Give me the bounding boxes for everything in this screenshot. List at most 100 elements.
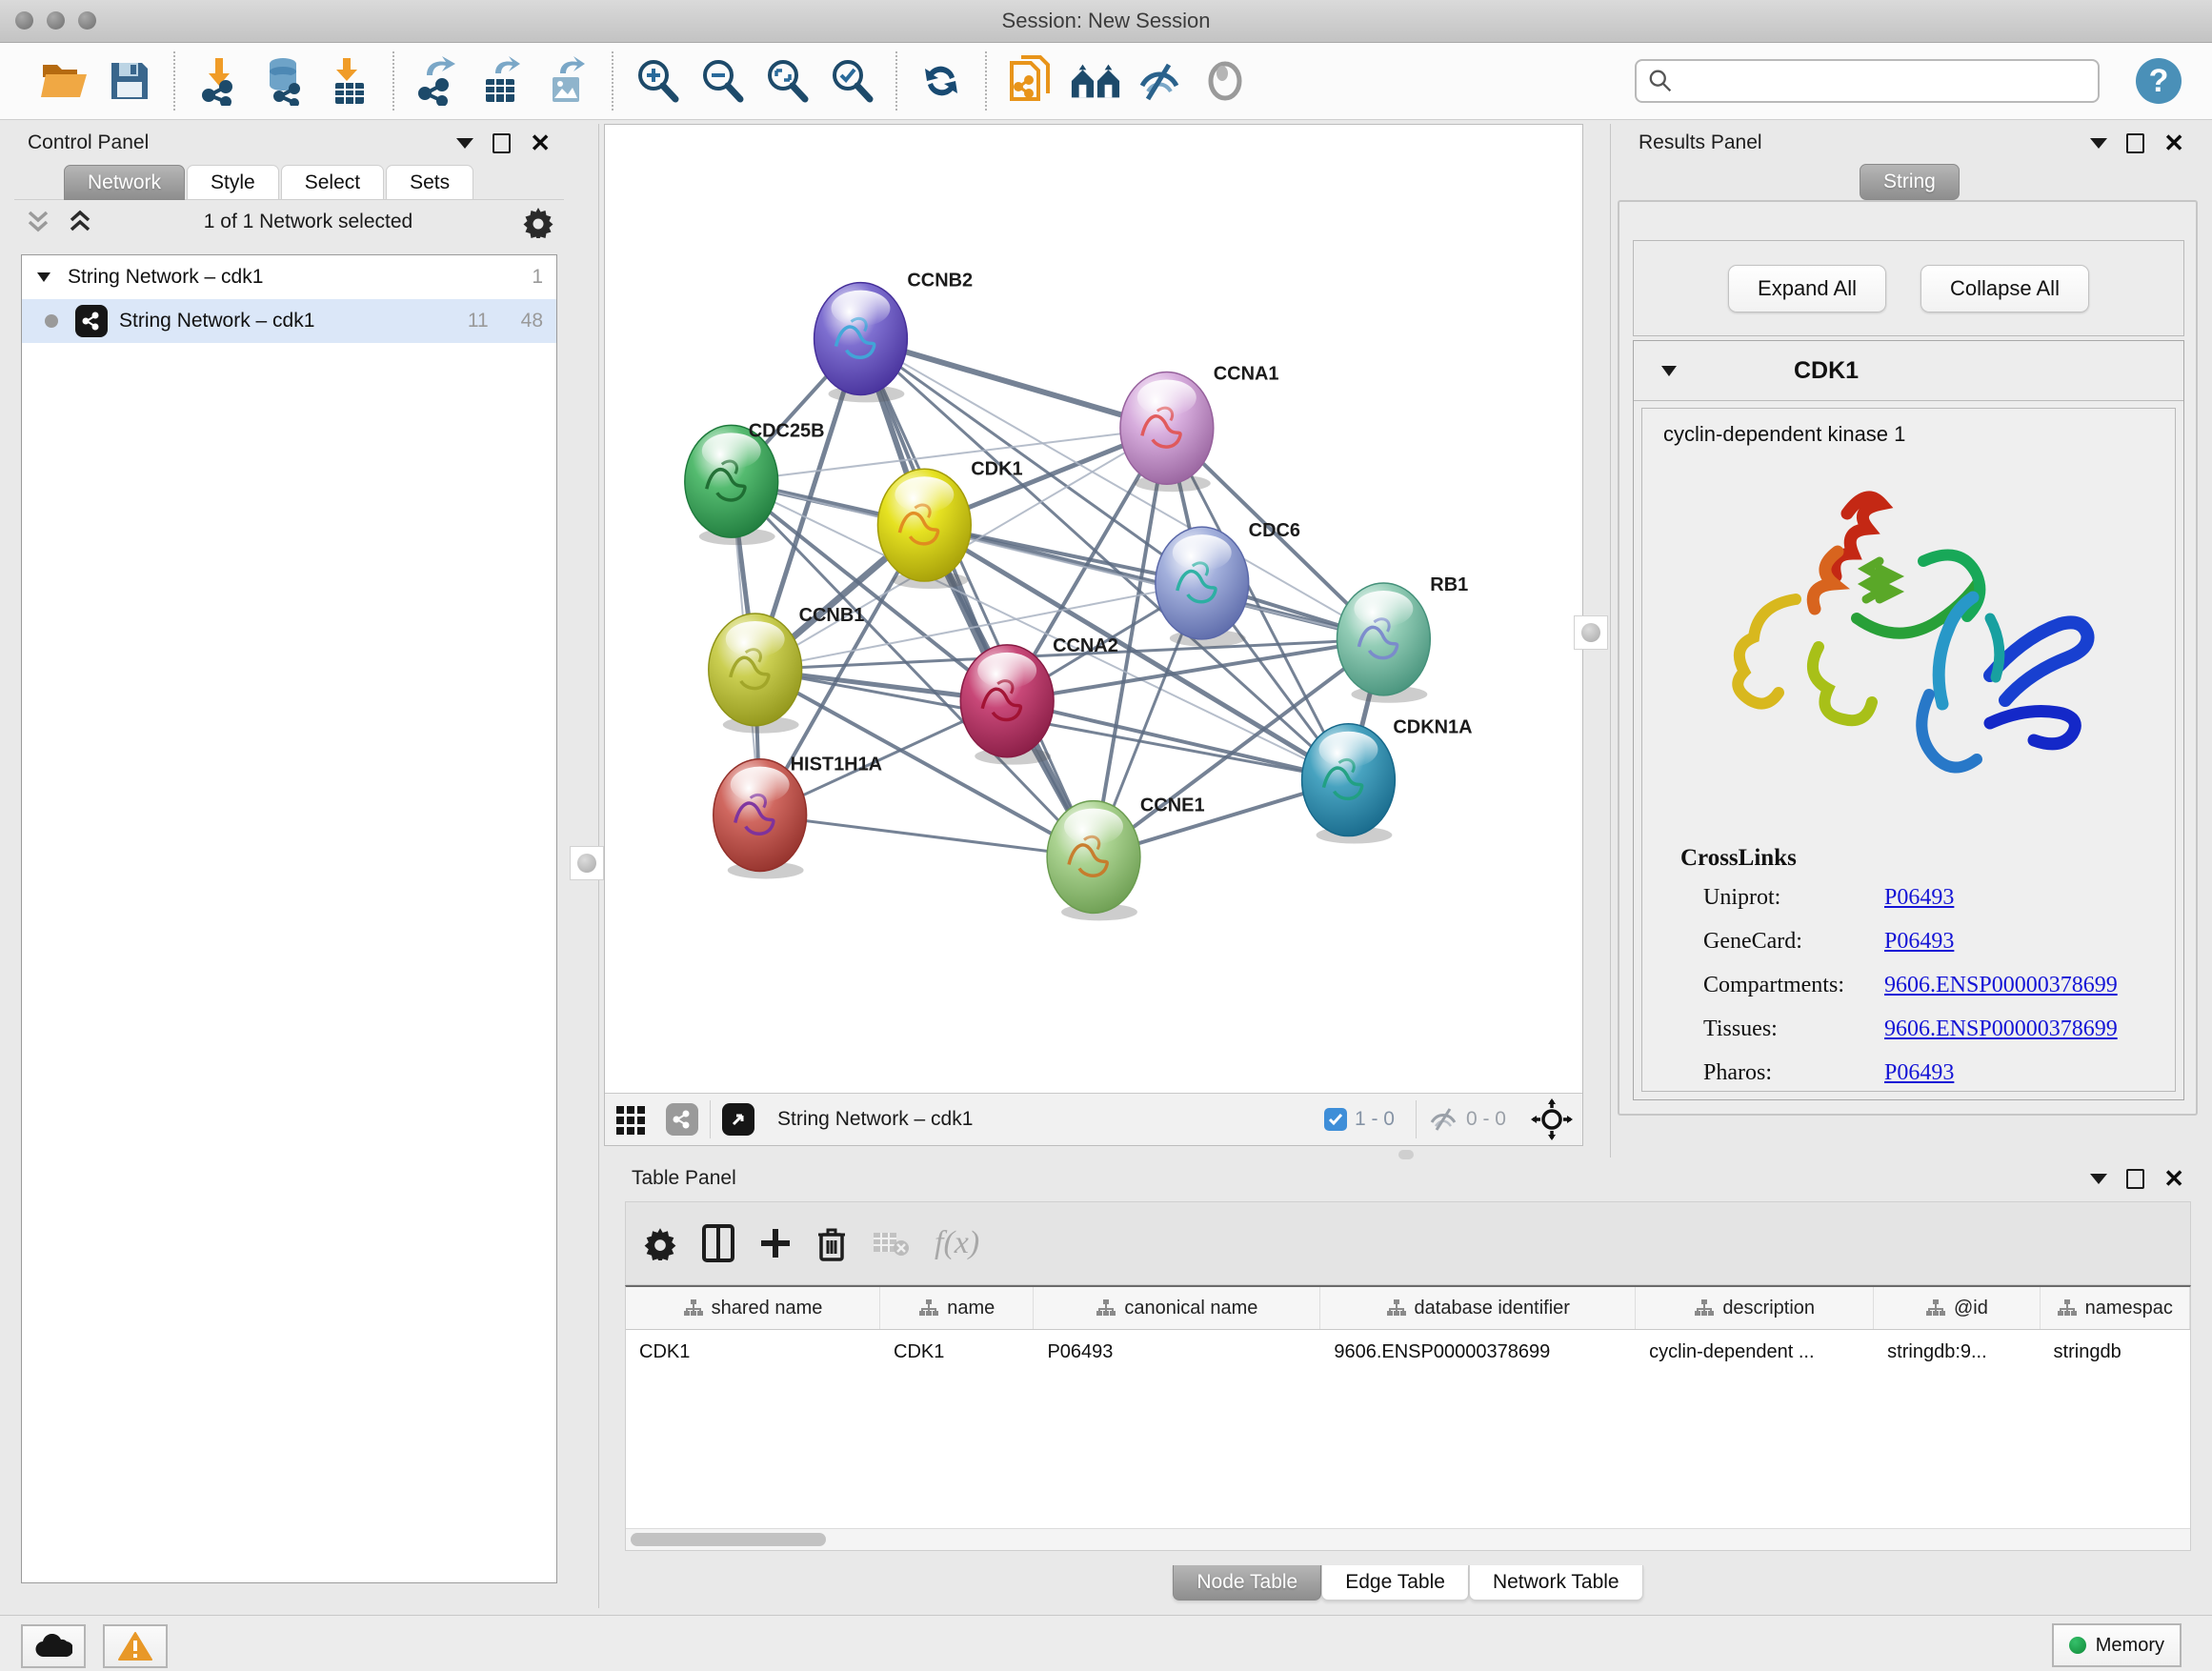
table-cell[interactable]: stringdb xyxy=(2041,1330,2190,1374)
maximize-window-button[interactable] xyxy=(78,11,96,30)
panel-menu-icon[interactable] xyxy=(2090,1174,2107,1184)
crosslinks-title: CrossLinks xyxy=(1680,845,2175,872)
network-collection-row[interactable]: String Network – cdk1 1 xyxy=(22,255,556,299)
table-cell[interactable]: P06493 xyxy=(1034,1330,1320,1374)
collapse-all-button[interactable]: Collapse All xyxy=(1920,265,2089,312)
collapse-all-icon[interactable] xyxy=(24,209,52,235)
export-table-icon[interactable] xyxy=(477,53,529,109)
selected-nodes-checkbox[interactable] xyxy=(1324,1108,1347,1131)
zoom-selected-icon[interactable] xyxy=(826,53,877,109)
close-window-button[interactable] xyxy=(15,11,33,30)
cytoscape-window: Session: New Session xyxy=(0,0,2212,1671)
table-cell[interactable]: CDK1 xyxy=(880,1330,1034,1374)
network-node-CDC6[interactable]: CDC6 xyxy=(1156,520,1300,647)
column-header-namespac[interactable]: namespac xyxy=(2041,1287,2190,1329)
section-expanded-icon[interactable] xyxy=(1659,362,1679,379)
panel-menu-icon[interactable] xyxy=(2090,138,2107,149)
panel-float-icon[interactable] xyxy=(493,133,511,153)
table-cell[interactable]: CDK1 xyxy=(626,1330,880,1374)
column-header-canonical-name[interactable]: canonical name xyxy=(1034,1287,1320,1329)
network-edge[interactable] xyxy=(860,339,1094,857)
import-table-icon[interactable] xyxy=(323,53,374,109)
network-row[interactable]: String Network – cdk1 11 48 xyxy=(22,299,556,343)
tab-string[interactable]: String xyxy=(1860,164,1960,200)
show-columns-icon[interactable] xyxy=(702,1224,734,1262)
table-cell[interactable]: cyclin-dependent ... xyxy=(1636,1330,1874,1374)
cloud-status-button[interactable] xyxy=(21,1624,86,1668)
network-edge[interactable] xyxy=(760,815,1094,857)
fit-content-crosshair-icon[interactable] xyxy=(1531,1098,1573,1140)
network-node-CCNE1[interactable]: CCNE1 xyxy=(1047,795,1204,921)
panel-float-icon[interactable] xyxy=(2126,133,2144,153)
expand-all-icon[interactable] xyxy=(66,209,94,235)
network-node-RB1[interactable]: RB1 xyxy=(1337,574,1468,703)
network-node-CDC25B[interactable]: CDC25B xyxy=(685,420,825,545)
show-all-icon[interactable] xyxy=(1199,53,1251,109)
save-session-icon[interactable] xyxy=(104,53,155,109)
crosslink-value-link[interactable]: 9606.ENSP00000378699 xyxy=(1884,973,2118,998)
warning-status-button[interactable] xyxy=(103,1624,168,1668)
expand-all-button[interactable]: Expand All xyxy=(1728,265,1886,312)
panel-close-icon[interactable]: ✕ xyxy=(2163,1169,2184,1188)
table-cell[interactable]: stringdb:9... xyxy=(1874,1330,2040,1374)
zoom-fit-icon[interactable] xyxy=(761,53,813,109)
network-options-gear-icon[interactable] xyxy=(522,206,554,238)
search-box[interactable] xyxy=(1635,59,2100,103)
tree-expanded-icon[interactable] xyxy=(35,270,54,285)
panel-close-icon[interactable]: ✕ xyxy=(2163,133,2184,152)
network-node-CCNB2[interactable]: CCNB2 xyxy=(814,271,974,403)
right-splitter-handle[interactable] xyxy=(1574,615,1608,650)
minimize-window-button[interactable] xyxy=(47,11,65,30)
table-options-gear-icon[interactable] xyxy=(643,1226,677,1260)
tab-select[interactable]: Select xyxy=(281,165,384,200)
zoom-in-icon[interactable] xyxy=(632,53,683,109)
horizontal-scrollbar[interactable] xyxy=(626,1528,2190,1550)
network-node-CDKN1A[interactable]: CDKN1A xyxy=(1302,717,1473,844)
delete-column-icon[interactable] xyxy=(816,1225,847,1261)
refresh-icon[interactable] xyxy=(915,53,967,109)
column-header-description[interactable]: description xyxy=(1636,1287,1874,1329)
hide-selected-icon[interactable] xyxy=(1135,53,1186,109)
string-style-icon[interactable] xyxy=(666,1103,698,1136)
network-node-HIST1H1A[interactable]: HIST1H1A xyxy=(714,755,882,879)
right-splitter[interactable] xyxy=(1610,124,1611,1158)
panel-close-icon[interactable]: ✕ xyxy=(530,133,551,152)
export-image-icon[interactable] xyxy=(542,53,593,109)
memory-button[interactable]: Memory xyxy=(2052,1623,2182,1667)
table-cell[interactable]: 9606.ENSP00000378699 xyxy=(1320,1330,1636,1374)
share-file-icon[interactable] xyxy=(1005,53,1056,109)
open-session-icon[interactable] xyxy=(39,53,90,109)
network-canvas[interactable]: CCNB2CCNA1CDC25BCDK1CDC6RB1CCNB1CCNA2CDK… xyxy=(605,125,1582,1093)
crosslink-value-link[interactable]: P06493 xyxy=(1884,929,1954,955)
column-header-name[interactable]: name xyxy=(880,1287,1034,1329)
tab-edge-table[interactable]: Edge Table xyxy=(1321,1565,1469,1601)
open-in-new-window-icon[interactable] xyxy=(722,1103,754,1136)
tab-network[interactable]: Network xyxy=(64,165,185,200)
panel-menu-icon[interactable] xyxy=(456,138,473,149)
zoom-out-icon[interactable] xyxy=(696,53,748,109)
export-network-icon[interactable] xyxy=(412,53,464,109)
left-splitter-handle[interactable] xyxy=(570,846,604,880)
table-row[interactable]: CDK1CDK1P064939606.ENSP00000378699cyclin… xyxy=(626,1330,2190,1374)
column-header--id[interactable]: @id xyxy=(1874,1287,2040,1329)
column-header-shared-name[interactable]: shared name xyxy=(626,1287,880,1329)
column-header-database-identifier[interactable]: database identifier xyxy=(1320,1287,1636,1329)
network-node-CCNA1[interactable]: CCNA1 xyxy=(1120,363,1279,492)
panel-float-icon[interactable] xyxy=(2126,1169,2144,1189)
import-database-icon[interactable] xyxy=(258,53,310,109)
tab-sets[interactable]: Sets xyxy=(386,165,473,200)
help-icon[interactable]: ? xyxy=(2134,56,2183,106)
scrollbar-thumb[interactable] xyxy=(631,1533,826,1546)
import-network-icon[interactable] xyxy=(193,53,245,109)
crosslink-value-link[interactable]: P06493 xyxy=(1884,1060,1954,1086)
network-overview-icon[interactable] xyxy=(1070,53,1121,109)
tab-node-table[interactable]: Node Table xyxy=(1173,1565,1321,1601)
add-column-icon[interactable] xyxy=(759,1227,792,1259)
tab-network-table[interactable]: Network Table xyxy=(1469,1565,1643,1601)
birds-eye-view-icon[interactable] xyxy=(614,1102,649,1137)
search-input[interactable] xyxy=(1673,70,2086,93)
tab-style[interactable]: Style xyxy=(187,165,279,200)
crosslink-value-link[interactable]: 9606.ENSP00000378699 xyxy=(1884,1017,2118,1042)
crosslink-value-link[interactable]: P06493 xyxy=(1884,885,1954,911)
horizontal-splitter-handle[interactable] xyxy=(1398,1150,1414,1159)
